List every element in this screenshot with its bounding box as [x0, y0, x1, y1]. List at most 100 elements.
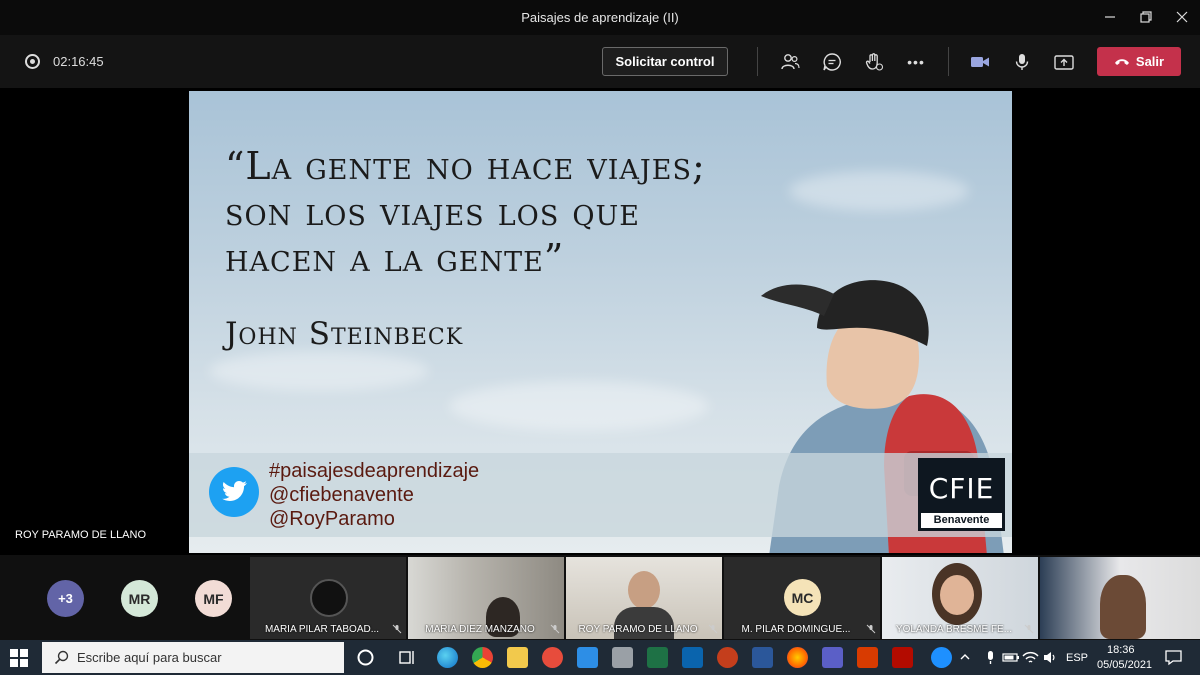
twitter-bird-icon — [222, 481, 247, 501]
chat-icon — [823, 53, 841, 71]
taskbar-search-box[interactable]: Escribe aquí para buscar — [42, 642, 344, 673]
clock-time[interactable]: 18:36 — [1107, 644, 1135, 656]
volume-icon[interactable] — [1040, 647, 1061, 668]
word-icon[interactable] — [752, 647, 773, 668]
input-language[interactable]: ESP — [1066, 652, 1088, 664]
outlook-icon[interactable] — [682, 647, 703, 668]
chat-button[interactable] — [818, 48, 846, 76]
minimize-button[interactable] — [1094, 6, 1126, 28]
clock-date[interactable]: 05/05/2021 — [1097, 659, 1152, 671]
participant-name: MARIA DIEZ MANZANO — [425, 624, 535, 635]
quote-line: hacen a la gente” — [225, 236, 565, 280]
leave-label: Salir — [1135, 54, 1165, 69]
hang-up-icon — [1114, 58, 1129, 65]
participant-tile[interactable]: ROY PARAMO DE LLANO — [566, 557, 722, 639]
participant-name: MARIA PILAR TABOAD... — [264, 624, 380, 635]
excel-icon[interactable] — [647, 647, 668, 668]
camera-button[interactable] — [966, 48, 994, 76]
people-icon — [781, 54, 800, 70]
quote-line: “La gente no hace viajes; — [225, 144, 706, 188]
paint-icon[interactable] — [542, 647, 563, 668]
self-preview-photo — [1100, 575, 1146, 639]
meeting-toolbar: 02:16:45 Solicitar control ••• Salir — [0, 35, 1200, 88]
logo-subtext: Benavente — [921, 513, 1002, 528]
participant-avatar: MC — [784, 579, 821, 616]
window-title: Paisajes de aprendizaje (II) — [521, 10, 679, 25]
help-icon[interactable] — [931, 647, 952, 668]
participants-strip: +3 MR MF MARIA PILAR TABOAD... MARIA DIE… — [0, 555, 1200, 640]
microphone-button[interactable] — [1008, 48, 1036, 76]
battery-icon[interactable] — [1000, 647, 1021, 668]
close-icon — [1176, 11, 1188, 23]
chrome-icon[interactable] — [472, 647, 493, 668]
quote-line: son los viajes los que — [225, 190, 640, 234]
participant-tile[interactable]: MC M. PILAR DOMINGUE... — [724, 557, 880, 639]
hand-icon — [865, 53, 884, 71]
video-camera-icon — [971, 57, 989, 67]
office-icon[interactable] — [857, 647, 878, 668]
recording-icon — [25, 54, 40, 69]
handle-text: @cfiebenavente — [269, 484, 414, 506]
cloud-shape — [209, 351, 429, 391]
search-placeholder: Escribe aquí para buscar — [77, 650, 222, 665]
handle-text: @RoyParamo — [269, 508, 395, 530]
participant-photo — [628, 571, 660, 609]
leave-meeting-button[interactable]: Salir — [1097, 47, 1181, 76]
twitter-logo — [209, 467, 259, 517]
share-tray-icon — [1054, 55, 1074, 70]
firefox-icon[interactable] — [787, 647, 808, 668]
close-window-button[interactable] — [1166, 6, 1198, 28]
overflow-participants-button[interactable]: +3 — [47, 580, 84, 617]
participant-photo — [310, 579, 348, 617]
participant-tile[interactable]: MARIA DIEZ MANZANO — [408, 557, 564, 639]
self-preview-tile[interactable] — [1040, 557, 1200, 639]
shared-content-stage: “La gente no hace viajes; son los viajes… — [0, 88, 1200, 555]
tray-chevron-icon[interactable] — [958, 650, 972, 664]
mic-off-icon — [708, 624, 718, 634]
participant-tile[interactable]: YOLANDA BRESME FE... — [882, 557, 1038, 639]
participant-tile[interactable]: MARIA PILAR TABOAD... — [250, 557, 406, 639]
powerpoint-icon[interactable] — [717, 647, 738, 668]
task-view-icon[interactable] — [397, 647, 418, 668]
more-actions-button[interactable]: ••• — [902, 48, 930, 76]
title-bar: Paisajes de aprendizaje (II) — [0, 0, 1200, 35]
mic-off-icon — [550, 624, 560, 634]
windows-start-icon[interactable] — [10, 649, 28, 667]
toolbar-divider — [757, 47, 758, 76]
restore-icon — [1140, 11, 1152, 23]
participant-avatar[interactable]: MF — [195, 580, 232, 617]
mic-off-icon — [392, 624, 402, 634]
file-explorer-icon[interactable] — [507, 647, 528, 668]
cfie-logo: CFIE Benavente — [918, 458, 1005, 531]
microphone-icon — [1015, 54, 1029, 70]
participant-name: YOLANDA BRESME FE... — [895, 624, 1013, 635]
mic-off-icon — [866, 624, 876, 634]
share-screen-button[interactable] — [1050, 48, 1078, 76]
participants-button[interactable] — [776, 48, 804, 76]
teams-meeting-window: Paisajes de aprendizaje (II) 02:16:45 So… — [0, 0, 1200, 675]
restore-button[interactable] — [1130, 6, 1162, 28]
raise-hand-button[interactable] — [860, 48, 888, 76]
wifi-icon[interactable] — [1020, 647, 1041, 668]
toolbar-divider — [948, 47, 949, 76]
cortana-icon[interactable] — [355, 647, 376, 668]
presenter-name: ROY PARAMO DE LLANO — [15, 529, 147, 541]
teams-icon[interactable] — [822, 647, 843, 668]
request-control-button[interactable]: Solicitar control — [602, 47, 728, 76]
tray-mic-icon[interactable] — [980, 647, 1001, 668]
store-icon[interactable] — [577, 647, 598, 668]
meeting-timer: 02:16:45 — [53, 54, 104, 69]
cloud-shape — [449, 381, 709, 431]
calculator-icon[interactable] — [612, 647, 633, 668]
acrobat-icon[interactable] — [892, 647, 913, 668]
edge-icon[interactable] — [437, 647, 458, 668]
shared-slide: “La gente no hace viajes; son los viajes… — [189, 91, 1012, 553]
participant-avatar[interactable]: MR — [121, 580, 158, 617]
search-icon — [54, 650, 69, 665]
social-banner: #paisajesdeaprendizaje @cfiebenavente @R… — [189, 453, 1012, 537]
participant-face — [940, 575, 974, 615]
hashtag-text: #paisajesdeaprendizaje — [269, 460, 480, 482]
windows-taskbar: Escribe aquí para buscar ESP 18:36 05/05… — [0, 640, 1200, 675]
participant-name: ROY PARAMO DE LLANO — [578, 624, 698, 635]
notifications-icon[interactable] — [1163, 647, 1184, 668]
